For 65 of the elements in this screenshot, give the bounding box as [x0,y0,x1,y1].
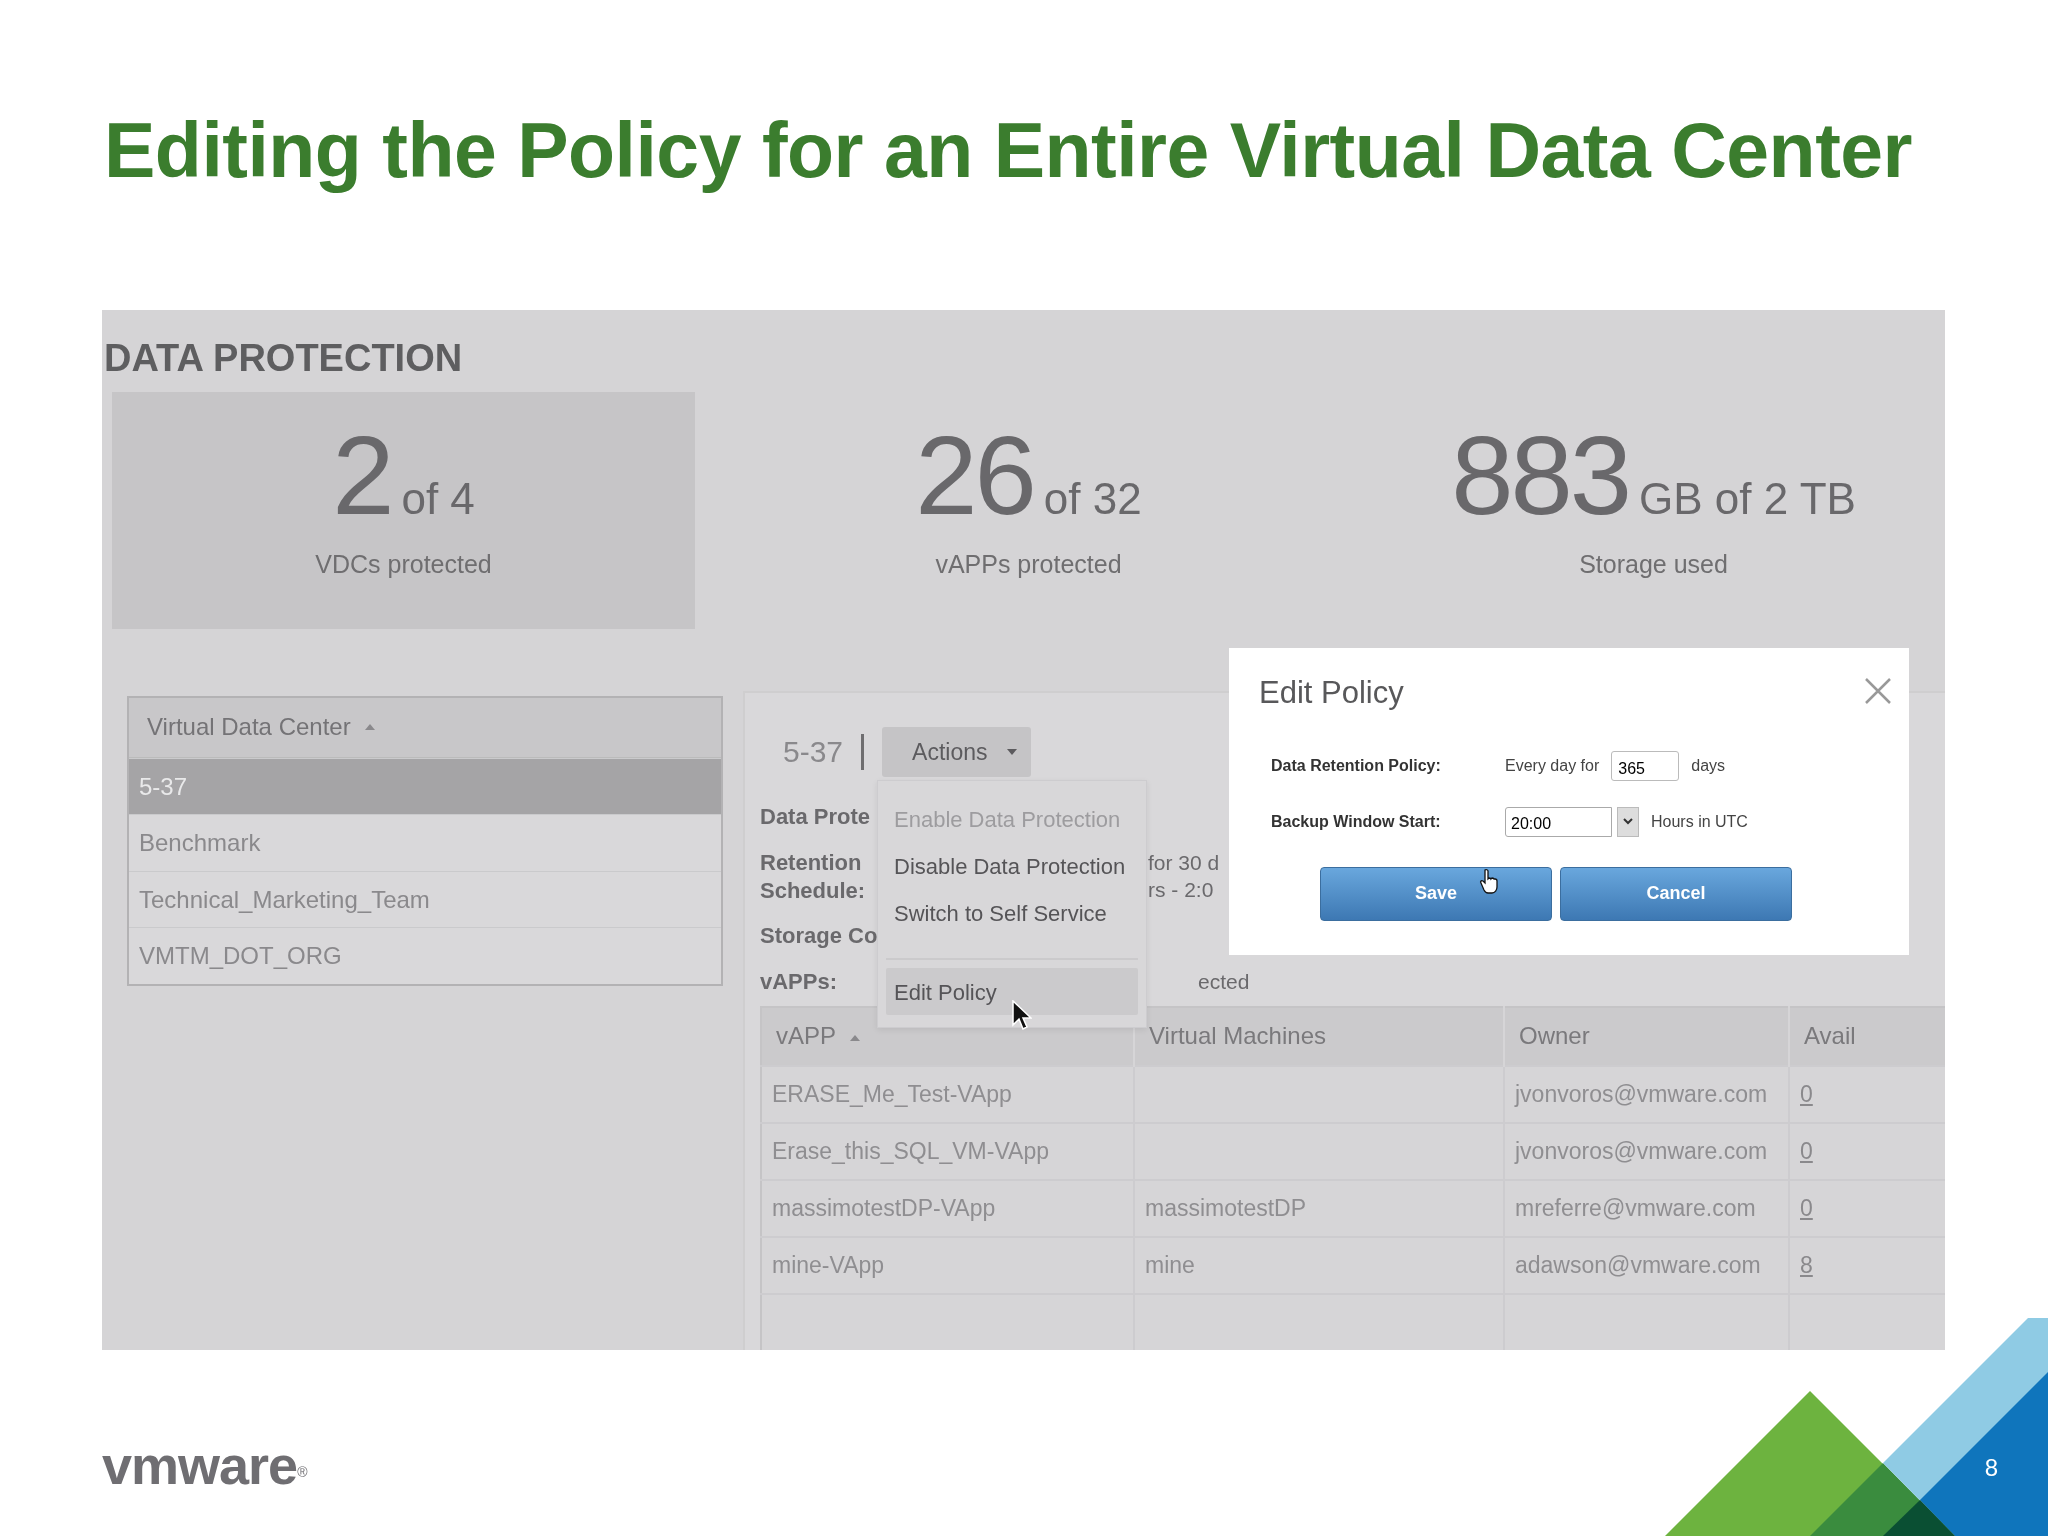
table-cell: mine-VApp [761,1237,1134,1294]
dialog-title: Edit Policy [1259,675,1404,710]
table-cell: mine [1134,1237,1504,1294]
sort-caret-icon [850,1035,861,1042]
column-header[interactable]: Virtual Machines [1134,1007,1504,1066]
field-label: Storage Co [760,922,878,950]
cancel-button[interactable]: Cancel [1560,866,1792,921]
sort-caret-icon [364,724,375,731]
stat-total: GB of 2 TB [1639,473,1856,523]
table-cell: adawson@vmware.com [1504,1237,1789,1294]
column-header[interactable]: Avail [1789,1007,1945,1066]
menu-item[interactable]: Edit Policy [886,968,1138,1015]
table-cell: mreferre@vmware.com [1504,1180,1789,1237]
page-number: 8 [1984,1453,1998,1483]
field-suffix: Hours in UTC [1651,811,1748,832]
list-item[interactable]: Technical_Marketing_Team [129,870,721,928]
table-cell: massimotestDP [1134,1180,1504,1237]
field-value: for 30 d rs - 2:0 [1148,849,1220,904]
count-link[interactable]: 0 [1800,1081,1813,1108]
vdc-name: 5-37 [783,734,844,771]
column-header[interactable]: Owner [1504,1007,1789,1066]
chevron-down-icon [1623,818,1633,825]
section-heading: DATA PROTECTION [104,338,463,380]
days-input[interactable]: 365 [1611,750,1680,781]
field-label: Backup Window Start: [1270,811,1442,832]
field-prefix: Every day for [1505,755,1600,776]
list-item[interactable]: VMTM_DOT_ORG [129,927,721,984]
list-item[interactable]: Benchmark [129,814,721,871]
count-link[interactable]: 8 [1800,1252,1813,1279]
field-suffix: days [1691,755,1726,776]
count-link[interactable]: 0 [1800,1138,1813,1165]
hand-cursor-icon [1479,868,1501,894]
actions-button[interactable]: Actions [882,726,1032,778]
table-cell: jvonvoros@vmware.com [1504,1066,1789,1123]
field-value: ected [1197,969,1250,995]
save-button[interactable]: Save [1320,866,1552,921]
stat-total: of 32 [1043,473,1142,523]
stat-value: 26 [915,412,1034,538]
dropdown-button[interactable] [1617,806,1639,837]
field-label: vAPPs: [760,968,838,996]
field-label: Data Retention Policy: [1270,755,1442,776]
slide-title: Editing the Policy for an Entire Virtual Data Center [104,108,1913,193]
count-link[interactable]: 0 [1800,1195,1813,1222]
stat-value: 2 [332,412,392,538]
close-icon [1865,678,1891,704]
list-item[interactable]: 5-37 [129,757,721,815]
table-cell: Erase_this_SQL_VM-VApp [761,1123,1134,1180]
time-input[interactable]: 20:00 [1505,806,1612,837]
close-button[interactable] [1865,678,1891,704]
stat-label: Storage used [1579,548,1728,580]
menu-item[interactable]: Disable Data Protection [886,842,1138,889]
table-cell: massimotestDP-VApp [761,1180,1134,1237]
table-cell: jvonvoros@vmware.com [1504,1123,1789,1180]
cursor-icon [1012,1000,1032,1030]
caret-icon [1007,748,1018,755]
field-label: Retention Schedule: [760,848,866,906]
logo: vmware$^{®}$ [102,1438,307,1492]
table-cell: ERASE_Me_Test-VApp [761,1066,1134,1123]
stat-total: of 4 [401,473,475,523]
stat-label: VDCs protected [315,548,492,580]
stat-label: vAPPs protected [935,548,1122,580]
menu-item[interactable]: Switch to Self Service [886,889,1138,936]
field-label: Data Prote [760,802,871,831]
column-header[interactable]: Virtual Data Center [129,697,721,758]
stat-value: 883 [1451,412,1629,538]
